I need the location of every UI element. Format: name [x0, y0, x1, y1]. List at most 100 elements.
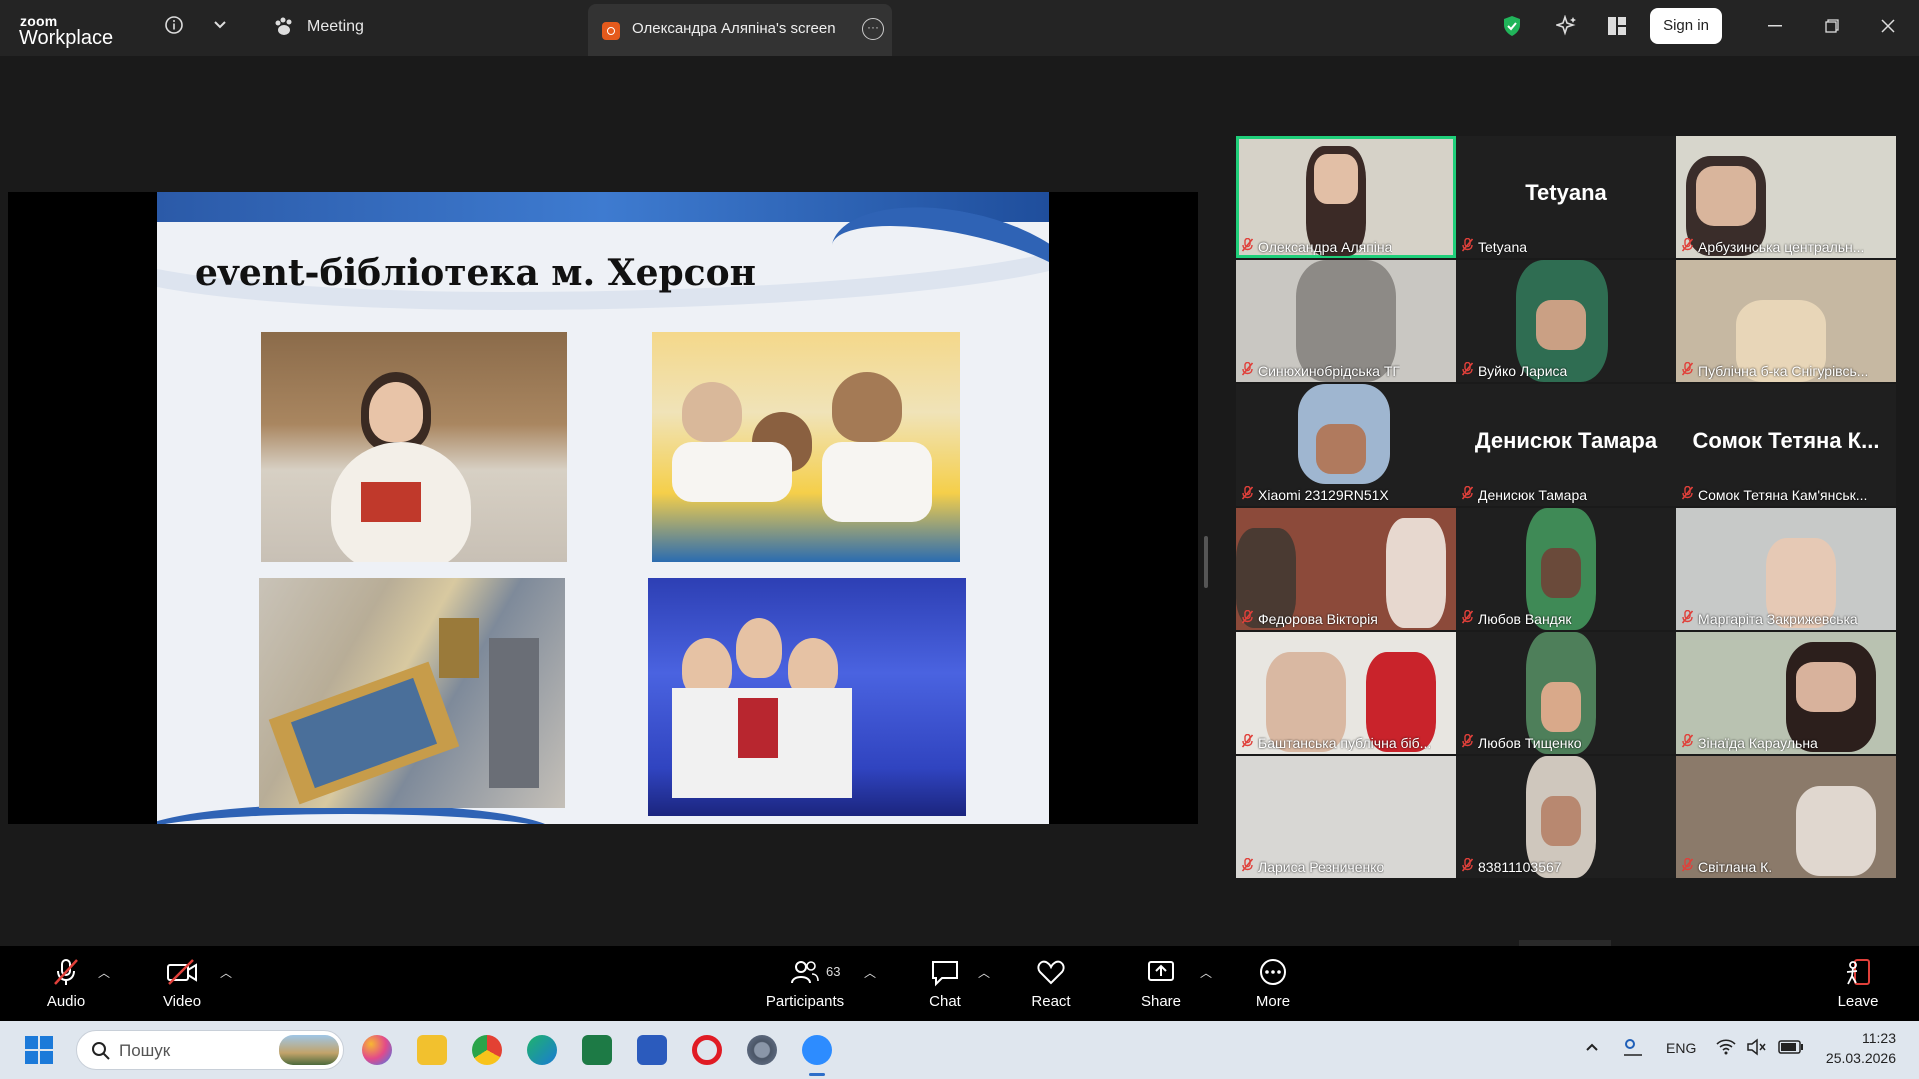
excel-icon[interactable] — [582, 1035, 612, 1065]
language-indicator[interactable]: ENG — [1666, 1040, 1696, 1056]
participant-display-name: Сомок Тетяна К... — [1692, 428, 1880, 453]
participant-name: Любов Тищенко — [1478, 734, 1582, 751]
workplace-logo-text: Workplace — [19, 27, 114, 49]
video-button[interactable]: Video — [152, 946, 212, 1021]
participant-name-label: Xiaomi 23129RN51X — [1242, 486, 1389, 503]
word-icon[interactable] — [637, 1035, 667, 1065]
restore-icon[interactable] — [1822, 16, 1842, 36]
mic-muted-icon — [1242, 858, 1254, 875]
opera-icon[interactable] — [692, 1035, 722, 1065]
participants-label: Participants — [765, 993, 845, 1010]
volume-muted-icon[interactable] — [1746, 1038, 1766, 1059]
participant-name-label: Сомок Тетяна Кам'янськ... — [1682, 486, 1867, 503]
participant-video — [1536, 300, 1586, 350]
leave-button[interactable]: Leave — [1832, 946, 1884, 1021]
participant-tile[interactable]: Маргаріта Закрижевська — [1676, 508, 1896, 630]
layout-icon[interactable] — [1605, 14, 1629, 38]
participant-tile[interactable]: Tetyana Tetyana — [1456, 136, 1676, 258]
meeting-paw-icon — [272, 16, 296, 38]
mic-muted-icon — [1682, 734, 1694, 751]
participant-tile[interactable]: Публічна б-ка Снігурівсь... — [1676, 260, 1896, 382]
screen-tab-label: Олександра Аляпіна's screen — [632, 20, 836, 37]
participant-video — [1541, 548, 1581, 598]
participant-tile[interactable]: Зінаїда Караульна — [1676, 632, 1896, 754]
participant-video — [1696, 166, 1756, 226]
participant-name: Tetyana — [1478, 238, 1528, 255]
participant-name: Баштанська публічна біб... — [1258, 734, 1432, 751]
sign-in-button[interactable]: Sign in — [1650, 8, 1722, 44]
share-label: Share — [1140, 993, 1182, 1010]
participant-tile[interactable]: Любов Вандяк — [1456, 508, 1676, 630]
mic-muted-icon — [1682, 362, 1694, 379]
camera-off-icon — [167, 959, 197, 985]
clock-date[interactable]: 25.03.2026 — [1824, 1050, 1896, 1066]
taskbar-search-box[interactable]: Пошук — [76, 1030, 344, 1070]
meeting-label[interactable]: Meeting — [307, 18, 364, 36]
participant-tile[interactable]: Лариса Резниченко — [1236, 756, 1456, 878]
participant-name-label: Олександра Аляпіна — [1242, 238, 1392, 255]
participant-tile[interactable]: Вуйко Лариса — [1456, 260, 1676, 382]
participant-tile[interactable]: Сомок Тетяна К... Сомок Тетяна Кам'янськ.… — [1676, 384, 1896, 506]
mic-muted-icon — [1462, 610, 1474, 627]
share-options-caret[interactable]: ︿ — [1200, 964, 1212, 981]
mic-muted-icon — [1462, 858, 1474, 875]
video-options-caret[interactable]: ︿ — [220, 964, 232, 981]
participant-tile[interactable]: Арбузинська центральн... — [1676, 136, 1896, 258]
participant-video — [1541, 682, 1581, 732]
mic-muted-icon — [1462, 734, 1474, 751]
react-button[interactable]: React — [1026, 946, 1076, 1021]
panel-splitter-handle[interactable] — [1204, 536, 1208, 588]
leave-icon — [1846, 959, 1870, 985]
zoom-app-icon[interactable] — [802, 1035, 832, 1065]
info-icon[interactable] — [162, 13, 186, 37]
participant-video — [1386, 518, 1446, 628]
search-placeholder: Пошук — [119, 1041, 171, 1060]
participant-video — [1316, 424, 1366, 474]
slide-photo-children-puzzle — [652, 332, 960, 562]
clock-time[interactable]: 11:23 — [1846, 1030, 1896, 1046]
chat-button[interactable]: Chat — [920, 946, 970, 1021]
participant-tile[interactable]: Олександра Аляпіна — [1236, 136, 1456, 258]
participants-button[interactable]: Participants — [760, 946, 850, 1021]
participant-display-name: Денисюк Тамара — [1474, 428, 1658, 453]
chat-icon — [932, 961, 958, 987]
participant-tile[interactable]: Федорова Вікторія — [1236, 508, 1456, 630]
mic-muted-icon — [1242, 734, 1254, 751]
location-icon[interactable] — [1622, 1037, 1644, 1060]
copilot-icon[interactable] — [362, 1035, 392, 1065]
participant-name: Xiaomi 23129RN51X — [1258, 486, 1389, 503]
battery-icon[interactable] — [1778, 1040, 1804, 1057]
chrome-icon[interactable] — [472, 1035, 502, 1065]
tray-overflow-chevron-icon[interactable] — [1585, 1039, 1599, 1055]
more-label: More — [1255, 993, 1291, 1010]
wifi-icon[interactable] — [1716, 1039, 1736, 1058]
participant-tile[interactable]: Xiaomi 23129RN51X — [1236, 384, 1456, 506]
participants-icon — [791, 961, 819, 984]
shield-check-icon[interactable] — [1500, 14, 1524, 38]
audio-button[interactable]: Audio — [38, 946, 94, 1021]
mic-muted-icon — [1682, 610, 1694, 627]
participant-tile[interactable]: Світлана К. — [1676, 756, 1896, 878]
ai-sparkle-icon[interactable] — [1555, 14, 1579, 38]
windows-start-icon[interactable] — [25, 1036, 53, 1069]
settings-gear-icon[interactable] — [747, 1035, 777, 1065]
ellipsis-icon[interactable]: ··· — [862, 18, 884, 40]
edge-icon[interactable] — [527, 1035, 557, 1065]
participants-options-caret[interactable]: ︿ — [864, 964, 876, 981]
participant-name-label: Вуйко Лариса — [1462, 362, 1567, 379]
audio-options-caret[interactable]: ︿ — [98, 964, 110, 981]
participant-tile[interactable]: Денисюк Тамара Денисюк Тамара — [1456, 384, 1676, 506]
more-button[interactable]: More — [1248, 946, 1298, 1021]
participant-tile[interactable]: Любов Тищенко — [1456, 632, 1676, 754]
participant-tile[interactable]: 83811103567 — [1456, 756, 1676, 878]
participant-tile[interactable]: Баштанська публічна біб... — [1236, 632, 1456, 754]
participant-tile[interactable]: Синюхинобрідська ТГ — [1236, 260, 1456, 382]
chat-options-caret[interactable]: ︿ — [978, 964, 990, 981]
screen-share-tab[interactable]: Олександра Аляпіна's screen ··· — [588, 4, 892, 56]
chevron-down-icon[interactable] — [210, 15, 230, 35]
minimize-icon[interactable] — [1765, 16, 1785, 36]
participant-name-label: Публічна б-ка Снігурівсь... — [1682, 362, 1868, 379]
share-button[interactable]: Share — [1136, 946, 1186, 1021]
close-icon[interactable] — [1878, 16, 1898, 36]
file-explorer-icon[interactable] — [417, 1035, 447, 1065]
